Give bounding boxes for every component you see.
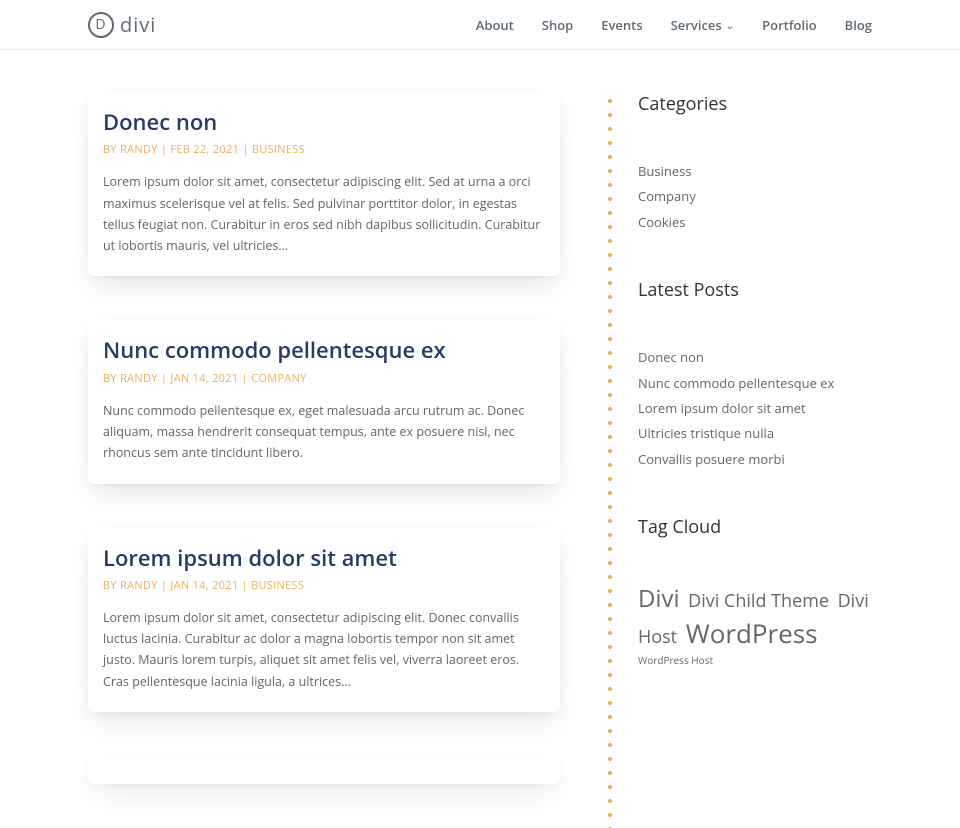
logo-letter: D — [95, 15, 106, 34]
tag-link[interactable]: WordPress — [686, 615, 818, 651]
list-item: Company — [638, 185, 872, 208]
meta-sep: | — [238, 371, 251, 386]
nav-shop[interactable]: Shop — [542, 16, 573, 34]
meta-date: JAN 14, 2021 — [170, 578, 238, 593]
list-item: Convallis posuere morbi — [638, 448, 872, 471]
widget-categories: Categories Business Company Cookies — [638, 92, 872, 234]
chevron-down-icon: ⌄ — [726, 18, 734, 32]
container: Donec non BY RANDY | FEB 22, 2021 | BUSI… — [0, 50, 960, 828]
post-meta: BY RANDY | FEB 22, 2021 | BUSINESS — [103, 142, 545, 157]
meta-category[interactable]: BUSINESS — [252, 142, 305, 157]
post-card: Donec non BY RANDY | FEB 22, 2021 | BUSI… — [88, 92, 560, 276]
post-excerpt: Nunc commodo pellentesque ex, eget males… — [103, 400, 545, 464]
meta-sep: | — [239, 142, 252, 157]
latest-link[interactable]: Convallis posuere morbi — [638, 450, 785, 468]
list-item: Ultricies tristique nulla — [638, 422, 872, 445]
list-item: Cookies — [638, 211, 872, 234]
post-meta: BY RANDY | JAN 14, 2021 | BUSINESS — [103, 578, 545, 593]
logo-text: divi — [120, 11, 156, 38]
latest-link[interactable]: Nunc commodo pellentesque ex — [638, 374, 834, 392]
post-title[interactable]: Nunc commodo pellentesque ex — [103, 337, 545, 363]
widget-title: Latest Posts — [638, 278, 872, 302]
tag-cloud: Divi Divi Child Theme Divi Host WordPres… — [638, 583, 872, 669]
meta-date: FEB 22, 2021 — [170, 142, 239, 157]
meta-author[interactable]: RANDY — [120, 142, 158, 157]
post-excerpt: Lorem ipsum dolor sit amet, consectetur … — [103, 607, 545, 692]
list-item: Nunc commodo pellentesque ex — [638, 372, 872, 395]
posts-column: Donec non BY RANDY | FEB 22, 2021 | BUSI… — [88, 92, 560, 828]
post-title[interactable]: Lorem ipsum dolor sit amet — [103, 545, 545, 571]
meta-sep: | — [158, 578, 171, 593]
latest-link[interactable]: Ultricies tristique nulla — [638, 424, 774, 442]
post-title[interactable]: Donec non — [103, 109, 545, 135]
latest-link[interactable]: Donec non — [638, 348, 704, 366]
latest-list: Donec non Nunc commodo pellentesque ex L… — [638, 346, 872, 471]
meta-by: BY — [103, 578, 120, 593]
latest-link[interactable]: Lorem ipsum dolor sit amet — [638, 399, 806, 417]
meta-sep: | — [158, 371, 171, 386]
post-meta: BY RANDY | JAN 14, 2021 | COMPANY — [103, 371, 545, 386]
category-link[interactable]: Cookies — [638, 213, 685, 231]
sidebar: Categories Business Company Cookies Late… — [608, 92, 872, 828]
category-list: Business Company Cookies — [638, 160, 872, 234]
list-item: Business — [638, 160, 872, 183]
post-card: Nunc commodo pellentesque ex BY RANDY | … — [88, 320, 560, 483]
tag-link[interactable]: Divi — [638, 582, 680, 615]
category-link[interactable]: Company — [638, 187, 696, 205]
widget-title: Tag Cloud — [638, 515, 872, 539]
meta-author[interactable]: RANDY — [120, 578, 158, 593]
nav-portfolio[interactable]: Portfolio — [762, 16, 817, 34]
post-card: Lorem ipsum dolor sit amet BY RANDY | JA… — [88, 528, 560, 712]
tag-link[interactable]: Divi Child Theme — [688, 589, 829, 613]
dotted-divider — [608, 94, 612, 828]
widget-latest-posts: Latest Posts Donec non Nunc commodo pell… — [638, 278, 872, 471]
list-item: Donec non — [638, 346, 872, 369]
nav-services[interactable]: Services ⌄ — [671, 16, 734, 34]
widget-title: Categories — [638, 92, 872, 116]
post-excerpt: Lorem ipsum dolor sit amet, consectetur … — [103, 171, 545, 256]
post-card — [88, 756, 560, 784]
meta-category[interactable]: COMPANY — [251, 371, 306, 386]
meta-author[interactable]: RANDY — [120, 371, 158, 386]
nav-services-label: Services — [671, 16, 722, 34]
category-link[interactable]: Business — [638, 162, 692, 180]
nav-events[interactable]: Events — [601, 16, 642, 34]
meta-sep: | — [238, 578, 251, 593]
logo[interactable]: D divi — [88, 11, 156, 38]
meta-category[interactable]: BUSINESS — [251, 578, 304, 593]
widget-tag-cloud: Tag Cloud Divi Divi Child Theme Divi Hos… — [638, 515, 872, 669]
meta-by: BY — [103, 371, 120, 386]
nav-about[interactable]: About — [476, 16, 514, 34]
list-item: Lorem ipsum dolor sit amet — [638, 397, 872, 420]
main-nav: About Shop Events Services ⌄ Portfolio B… — [476, 16, 872, 34]
meta-sep: | — [158, 142, 171, 157]
header: D divi About Shop Events Services ⌄ Port… — [0, 0, 960, 50]
meta-date: JAN 14, 2021 — [170, 371, 238, 386]
tag-link[interactable]: WordPress Host — [638, 653, 713, 667]
nav-blog[interactable]: Blog — [845, 16, 872, 34]
logo-icon: D — [88, 12, 114, 38]
meta-by: BY — [103, 142, 120, 157]
